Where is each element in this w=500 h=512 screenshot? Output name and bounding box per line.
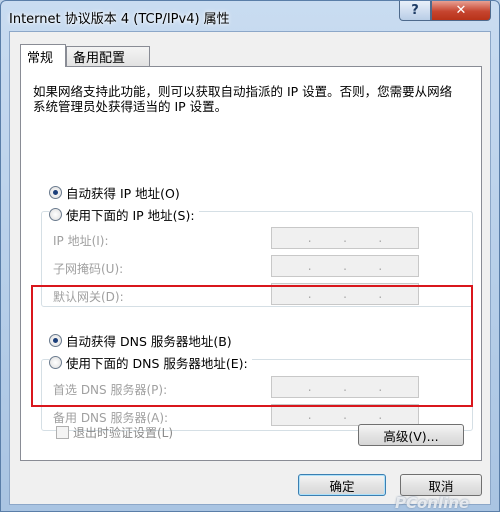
dns-highlight-box [31,285,473,407]
close-icon: ✕ [455,3,467,18]
dialog-window: Internet 协议版本 4 (TCP/IPv4) 属性 ? ✕ 常规 备用配… [0,0,500,512]
ip-auto-label: 自动获得 IP 地址(O) [66,186,180,201]
help-icon: ? [411,3,419,18]
ip-auto-radio[interactable] [49,186,62,199]
help-button[interactable]: ? [399,1,431,21]
ip-auto-radio-row[interactable]: 自动获得 IP 地址(O) [49,183,180,202]
tab-general[interactable]: 常规 [20,44,66,67]
watermark: PConline [395,494,470,512]
subnet-mask-label: 子网掩码(U): [53,262,124,276]
cancel-button[interactable]: 取消 [400,474,482,496]
title-bar[interactable]: Internet 协议版本 4 (TCP/IPv4) 属性 ? ✕ [1,1,499,31]
alternate-dns-field[interactable]: ... [271,404,419,426]
ip-address-label: IP 地址(I): [53,234,109,248]
validate-on-exit-checkbox[interactable] [56,426,69,439]
ok-button[interactable]: 确定 [298,474,386,496]
tab-alternate-config[interactable]: 备用配置 [66,46,150,66]
ip-manual-radio-row[interactable]: 使用下面的 IP 地址(S): [49,205,199,224]
window-title: Internet 协议版本 4 (TCP/IPv4) 属性 [9,12,230,27]
dialog-client: 常规 备用配置 如果网络支持此功能，则可以获取自动指派的 IP 设置。否则，您需… [9,31,491,512]
subnet-mask-field[interactable]: ... [271,255,419,277]
close-button[interactable]: ✕ [431,1,491,21]
advanced-button[interactable]: 高级(V)... [358,424,464,446]
ip-manual-label: 使用下面的 IP 地址(S): [66,208,195,223]
ip-manual-radio[interactable] [49,208,62,221]
validate-on-exit-label: 退出时验证设置(L) [73,426,174,440]
description-text: 如果网络支持此功能，则可以获取自动指派的 IP 设置。否则，您需要从网络系统管理… [33,84,453,114]
validate-on-exit-row[interactable]: 退出时验证设置(L) [56,424,173,441]
ip-address-field[interactable]: ... [271,227,419,249]
